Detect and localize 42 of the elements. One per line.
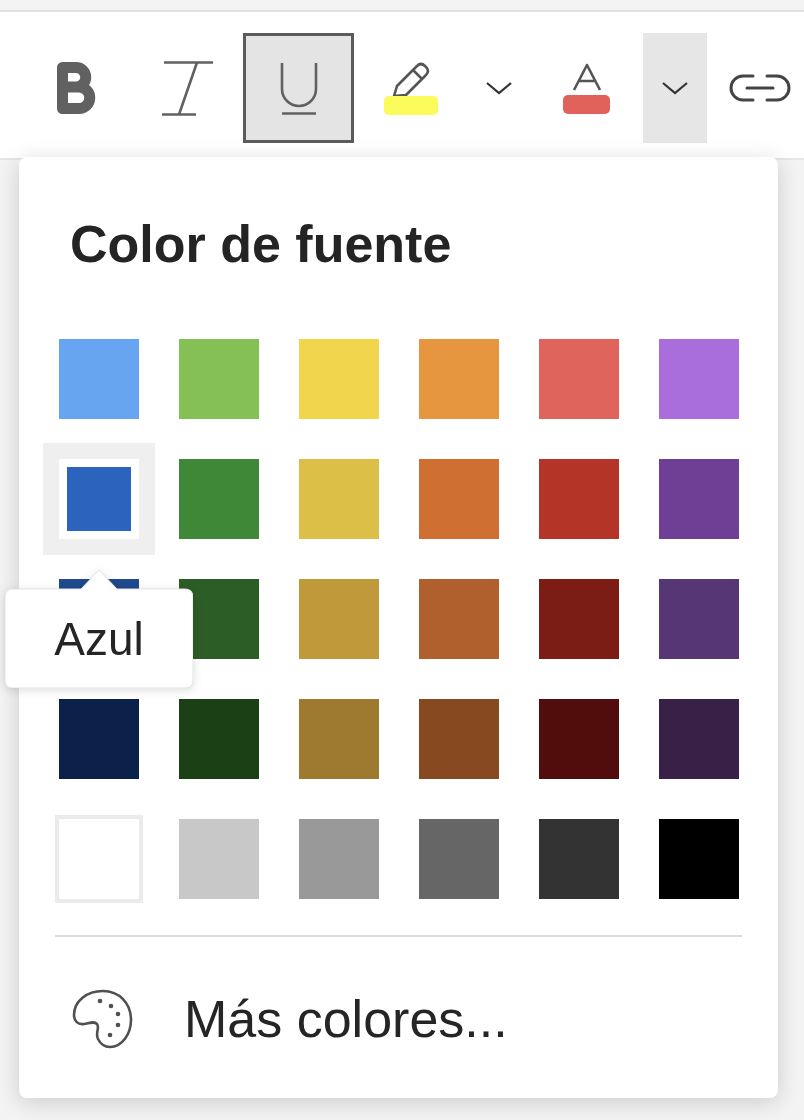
color-swatch[interactable] — [59, 699, 139, 779]
bold-icon — [56, 62, 96, 114]
color-swatch[interactable] — [419, 459, 499, 539]
color-swatch[interactable] — [299, 459, 379, 539]
italic-icon — [161, 59, 214, 117]
color-swatch[interactable] — [659, 339, 739, 419]
color-swatch[interactable] — [59, 579, 139, 589]
color-swatch[interactable] — [419, 699, 499, 779]
color-swatch[interactable] — [179, 459, 259, 539]
underline-button[interactable] — [243, 33, 354, 143]
color-swatch[interactable] — [659, 699, 739, 779]
color-swatch[interactable] — [299, 339, 379, 419]
more-colors-button[interactable]: Más colores... — [70, 988, 508, 1050]
palette-icon — [70, 988, 134, 1050]
font-color-menu-button[interactable] — [643, 33, 707, 143]
color-swatch[interactable] — [299, 699, 379, 779]
color-swatch[interactable] — [59, 339, 139, 419]
link-icon — [727, 72, 793, 104]
color-swatch[interactable] — [539, 819, 619, 899]
tooltip-text: Azul — [54, 615, 144, 662]
color-swatch[interactable] — [419, 579, 499, 659]
color-swatch[interactable] — [299, 819, 379, 899]
chevron-down-icon — [485, 81, 513, 95]
underline-icon — [278, 61, 319, 115]
color-swatch[interactable] — [539, 339, 619, 419]
color-swatch[interactable] — [179, 819, 259, 899]
color-swatch[interactable] — [659, 819, 739, 899]
pencil-icon — [391, 61, 431, 99]
color-swatch[interactable] — [179, 339, 259, 419]
color-swatch[interactable] — [419, 819, 499, 899]
color-swatch[interactable] — [179, 699, 259, 779]
color-swatch[interactable] — [419, 339, 499, 419]
chevron-down-icon — [661, 81, 689, 95]
color-swatch[interactable] — [539, 699, 619, 779]
letter-a-icon — [571, 62, 602, 91]
color-swatch[interactable] — [539, 459, 619, 539]
color-swatch[interactable] — [299, 579, 379, 659]
menu-title: Color de fuente — [70, 218, 452, 270]
color-swatch[interactable] — [43, 443, 155, 555]
color-swatch[interactable] — [659, 579, 739, 659]
color-swatch[interactable] — [659, 459, 739, 539]
color-swatch[interactable] — [539, 579, 619, 659]
